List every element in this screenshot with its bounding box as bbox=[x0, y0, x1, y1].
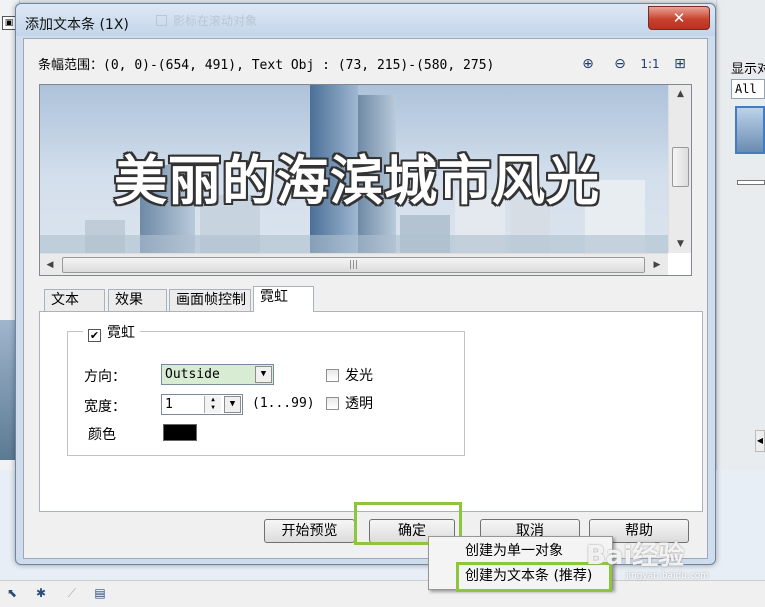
color-label: 颜色 bbox=[88, 427, 116, 443]
background-image-strip bbox=[0, 320, 16, 460]
transparent-label: 透明 bbox=[345, 396, 373, 412]
scroll-left-icon[interactable]: ◀ bbox=[40, 254, 60, 276]
tab-frame-control[interactable]: 画面帧控制 bbox=[169, 289, 251, 311]
add-text-strip-dialog: 添加文本条 (1X) 影标在滚动对象 ✕ 条幅范围：(0, 0)-(654, 4… bbox=[15, 3, 716, 565]
scroll-down-icon[interactable]: ▼ bbox=[669, 235, 692, 253]
right-panel-thumbnail[interactable] bbox=[735, 106, 765, 154]
transparent-checkbox-box bbox=[326, 397, 339, 410]
disabled-icon: ⟋ bbox=[67, 586, 77, 600]
dialog-title: 添加文本条 (1X) bbox=[25, 17, 129, 33]
glow-checkbox-box bbox=[326, 369, 339, 382]
settings-icon[interactable]: ✱ bbox=[33, 585, 49, 601]
direction-value: Outside bbox=[165, 367, 220, 382]
dialog-client-area: 条幅范围：(0, 0)-(654, 491), Text Obj : (73, … bbox=[23, 38, 708, 559]
chevron-down-icon[interactable]: ▼ bbox=[255, 366, 272, 383]
watermark-logo: Bai经验 bbox=[586, 541, 685, 571]
vertical-scroll-thumb[interactable] bbox=[672, 147, 689, 187]
range-value: (0, 0)-(654, 491), Text Obj : (73, 215)-… bbox=[103, 58, 495, 73]
zoom-out-icon[interactable]: ⊖ bbox=[610, 54, 630, 74]
preview-vertical-scrollbar[interactable]: ▲ ▼ bbox=[668, 85, 691, 253]
close-icon: ✕ bbox=[672, 9, 686, 27]
spin-arrows-icon[interactable]: ▲ ▼ bbox=[204, 396, 221, 413]
width-stepper[interactable]: 1 ▲ ▼ ▼ bbox=[161, 394, 243, 415]
right-panel-title: 显示对 bbox=[731, 62, 765, 77]
direction-select[interactable]: Outside ▼ bbox=[161, 364, 274, 385]
width-value: 1 bbox=[165, 397, 173, 412]
preview-horizontal-scrollbar[interactable]: ◀ ||| ▶ bbox=[40, 253, 668, 275]
right-panel-line-item[interactable] bbox=[737, 180, 765, 185]
tab-neon[interactable]: 霓虹 bbox=[253, 286, 314, 312]
neon-enable-checkbox[interactable]: ✔ 霓虹 bbox=[83, 322, 140, 342]
neon-groupbox: ✔ 霓虹 bbox=[67, 322, 465, 456]
page-icon[interactable]: ▤ bbox=[92, 585, 108, 601]
scroll-up-icon[interactable]: ▲ bbox=[669, 85, 692, 103]
checkmark-icon: ✔ bbox=[88, 329, 101, 342]
glow-checkbox[interactable]: 发光 bbox=[326, 365, 373, 385]
direction-label: 方向： bbox=[84, 369, 126, 385]
window-icon: ▣ bbox=[2, 16, 16, 30]
actual-size-button[interactable]: 1:1 bbox=[640, 54, 660, 74]
menu-item-single-object[interactable]: 创建为单一对象 bbox=[429, 539, 612, 564]
background-ghost-option: 影标在滚动对象 bbox=[156, 12, 326, 30]
tab-text[interactable]: 文本 bbox=[44, 289, 105, 311]
width-dropdown-icon[interactable]: ▼ bbox=[224, 396, 241, 413]
watermark-url: jingyan.baidu.com bbox=[626, 571, 710, 581]
scroll-right-icon[interactable]: ▶ bbox=[647, 254, 667, 276]
preview-image: 美丽的海滨城市风光 bbox=[40, 85, 668, 253]
bottom-toolbar bbox=[0, 580, 765, 607]
glow-label: 发光 bbox=[345, 368, 373, 384]
tab-effects[interactable]: 效果 bbox=[108, 289, 167, 311]
preview-headline: 美丽的海滨城市风光 bbox=[114, 151, 600, 212]
range-label: 条幅范围： bbox=[38, 58, 104, 73]
width-label: 宽度： bbox=[84, 399, 126, 415]
ghost-option-label: 影标在滚动对象 bbox=[173, 14, 258, 28]
right-panel-scroll-arrow-icon[interactable]: ◀ bbox=[755, 430, 765, 452]
close-button[interactable]: ✕ bbox=[648, 6, 710, 30]
fit-screen-icon[interactable]: ⊞ bbox=[670, 54, 690, 74]
neon-group-label: 霓虹 bbox=[107, 325, 135, 341]
zoom-in-icon[interactable]: ⊕ bbox=[578, 54, 598, 74]
neon-tab-panel: ✔ 霓虹 方向： Outside ▼ 宽度： 1 ▲ ▼ ▼ (1...99) 颜色… bbox=[39, 311, 703, 512]
color-swatch[interactable] bbox=[163, 424, 197, 441]
width-range-hint: (1...99) bbox=[252, 396, 315, 411]
pointer-icon[interactable]: ⬉ bbox=[4, 585, 20, 601]
transparent-checkbox[interactable]: 透明 bbox=[326, 393, 373, 413]
ghost-checkbox-icon bbox=[156, 15, 167, 26]
start-preview-button[interactable]: 开始预览 bbox=[264, 519, 355, 543]
horizontal-scroll-thumb[interactable]: ||| bbox=[62, 257, 645, 273]
right-panel-filter-select[interactable]: All bbox=[731, 79, 765, 99]
range-info: 条幅范围：(0, 0)-(654, 491), Text Obj : (73, … bbox=[38, 54, 494, 73]
dialog-titlebar[interactable]: 添加文本条 (1X) 影标在滚动对象 ✕ bbox=[16, 4, 715, 36]
preview-pane: 美丽的海滨城市风光 ▲ ▼ ◀ ||| ▶ bbox=[39, 84, 692, 276]
